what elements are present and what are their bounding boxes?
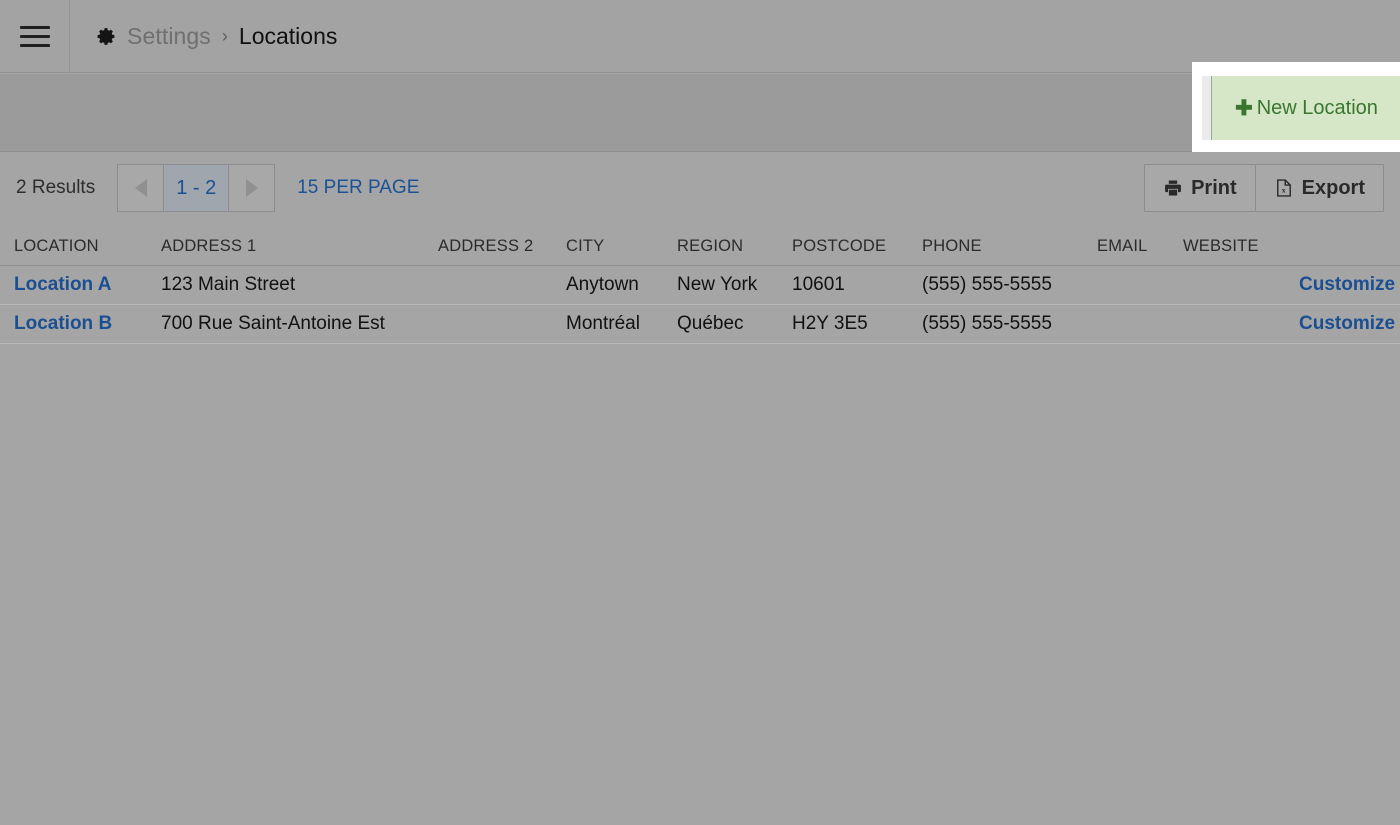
breadcrumb-settings[interactable]: Settings bbox=[127, 23, 211, 50]
cell-address-1: 700 Rue Saint-Antoine Est bbox=[147, 313, 424, 335]
new-location-button[interactable]: ✚ New Location bbox=[1211, 76, 1400, 140]
table-row: Location B 700 Rue Saint-Antoine Est Mon… bbox=[0, 305, 1400, 344]
cell-phone: (555) 555-5555 bbox=[908, 313, 1083, 335]
page-action-band bbox=[0, 74, 1400, 152]
plus-icon: ✚ bbox=[1235, 98, 1253, 119]
pagination-next-button[interactable] bbox=[228, 165, 274, 211]
cell-phone: (555) 555-5555 bbox=[908, 274, 1083, 296]
export-button[interactable]: x Export bbox=[1255, 165, 1383, 211]
export-tools-group: Print x Export bbox=[1144, 164, 1384, 212]
svg-text:x: x bbox=[1281, 186, 1285, 195]
column-header-email[interactable]: EMAIL bbox=[1083, 237, 1169, 256]
column-header-postcode[interactable]: POSTCODE bbox=[778, 237, 908, 256]
hamburger-icon bbox=[20, 26, 50, 47]
cell-postcode: H2Y 3E5 bbox=[778, 313, 908, 335]
cell-location[interactable]: Location B bbox=[0, 313, 147, 335]
excel-document-icon: x bbox=[1274, 178, 1294, 198]
print-label: Print bbox=[1191, 177, 1237, 200]
pagination-control: 1 - 2 bbox=[117, 164, 275, 212]
results-toolbar: 2 Results 1 - 2 15 PER PAGE Print bbox=[0, 153, 1400, 223]
app-root: Settings › Locations ✚ New Location 2 Re… bbox=[0, 0, 1400, 825]
column-header-address-2[interactable]: ADDRESS 2 bbox=[424, 237, 552, 256]
column-header-phone[interactable]: PHONE bbox=[908, 237, 1083, 256]
cell-address-1: 123 Main Street bbox=[147, 274, 424, 296]
column-header-city[interactable]: CITY bbox=[552, 237, 663, 256]
column-header-location[interactable]: LOCATION bbox=[0, 237, 147, 256]
column-header-region[interactable]: REGION bbox=[663, 237, 778, 256]
new-location-panel-inner: ✚ New Location bbox=[1202, 76, 1400, 140]
cell-region: Québec bbox=[663, 313, 778, 335]
table-row: Location A 123 Main Street Anytown New Y… bbox=[0, 266, 1400, 305]
cell-postcode: 10601 bbox=[778, 274, 908, 296]
new-location-highlight-panel: ✚ New Location bbox=[1192, 62, 1400, 152]
customize-link[interactable]: Customize bbox=[1299, 274, 1400, 296]
breadcrumb-current-page: Locations bbox=[239, 23, 337, 50]
new-location-label: New Location bbox=[1257, 97, 1378, 120]
app-header: Settings › Locations bbox=[0, 0, 1400, 73]
cell-city: Anytown bbox=[552, 274, 663, 296]
triangle-left-icon bbox=[135, 179, 147, 197]
cell-location[interactable]: Location A bbox=[0, 274, 147, 296]
gear-icon bbox=[96, 26, 117, 47]
cell-region: New York bbox=[663, 274, 778, 296]
menu-toggle-button[interactable] bbox=[0, 0, 70, 73]
table-header-row: LOCATION ADDRESS 1 ADDRESS 2 CITY REGION… bbox=[0, 228, 1400, 266]
column-header-website[interactable]: WEBSITE bbox=[1169, 237, 1299, 256]
export-label: Export bbox=[1302, 177, 1365, 200]
pagination-prev-button[interactable] bbox=[118, 165, 164, 211]
pagination-range[interactable]: 1 - 2 bbox=[164, 165, 228, 211]
print-button[interactable]: Print bbox=[1145, 165, 1255, 211]
locations-table: LOCATION ADDRESS 1 ADDRESS 2 CITY REGION… bbox=[0, 228, 1400, 344]
breadcrumb: Settings › Locations bbox=[70, 23, 337, 50]
column-header-address-1[interactable]: ADDRESS 1 bbox=[147, 237, 424, 256]
breadcrumb-separator-icon: › bbox=[221, 26, 229, 47]
per-page-selector[interactable]: 15 PER PAGE bbox=[297, 177, 419, 199]
triangle-right-icon bbox=[246, 179, 258, 197]
printer-icon bbox=[1163, 178, 1183, 198]
results-count: 2 Results bbox=[16, 177, 95, 199]
customize-link[interactable]: Customize bbox=[1299, 313, 1400, 335]
cell-city: Montréal bbox=[552, 313, 663, 335]
